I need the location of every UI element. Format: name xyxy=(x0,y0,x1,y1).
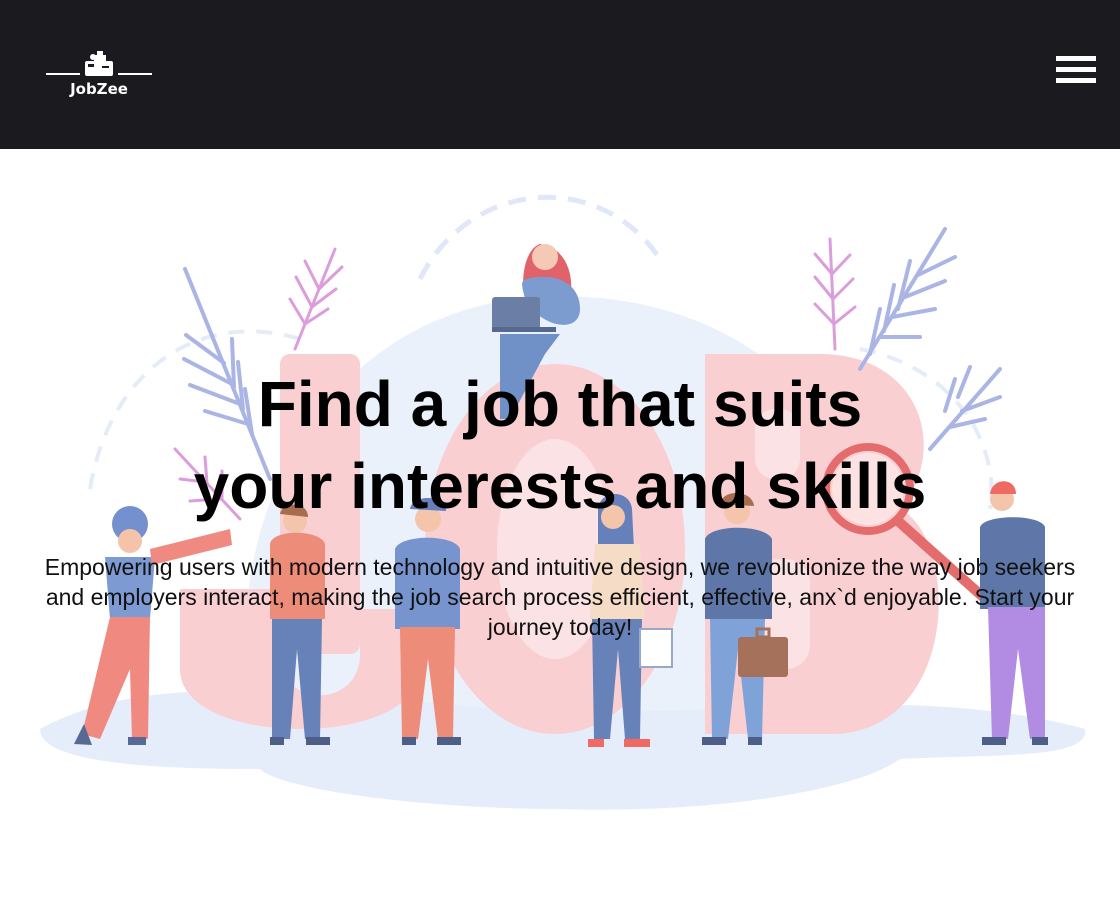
brand-name: JobZee xyxy=(70,80,128,98)
hero-section: Find a job that suits your interests and… xyxy=(0,149,1120,910)
hero-title-line-2: your interests and skills xyxy=(193,450,927,522)
logo-icon xyxy=(46,51,152,76)
menu-button[interactable] xyxy=(1052,52,1100,88)
hamburger-menu-icon xyxy=(1056,56,1096,83)
hero-title: Find a job that suits your interests and… xyxy=(0,363,1120,527)
hero-title-line-1: Find a job that suits xyxy=(257,368,863,440)
brand-logo[interactable]: JobZee xyxy=(44,48,154,100)
navbar: JobZee xyxy=(0,0,1120,149)
hero-subtitle: Empowering users with modern technology … xyxy=(44,554,1076,640)
